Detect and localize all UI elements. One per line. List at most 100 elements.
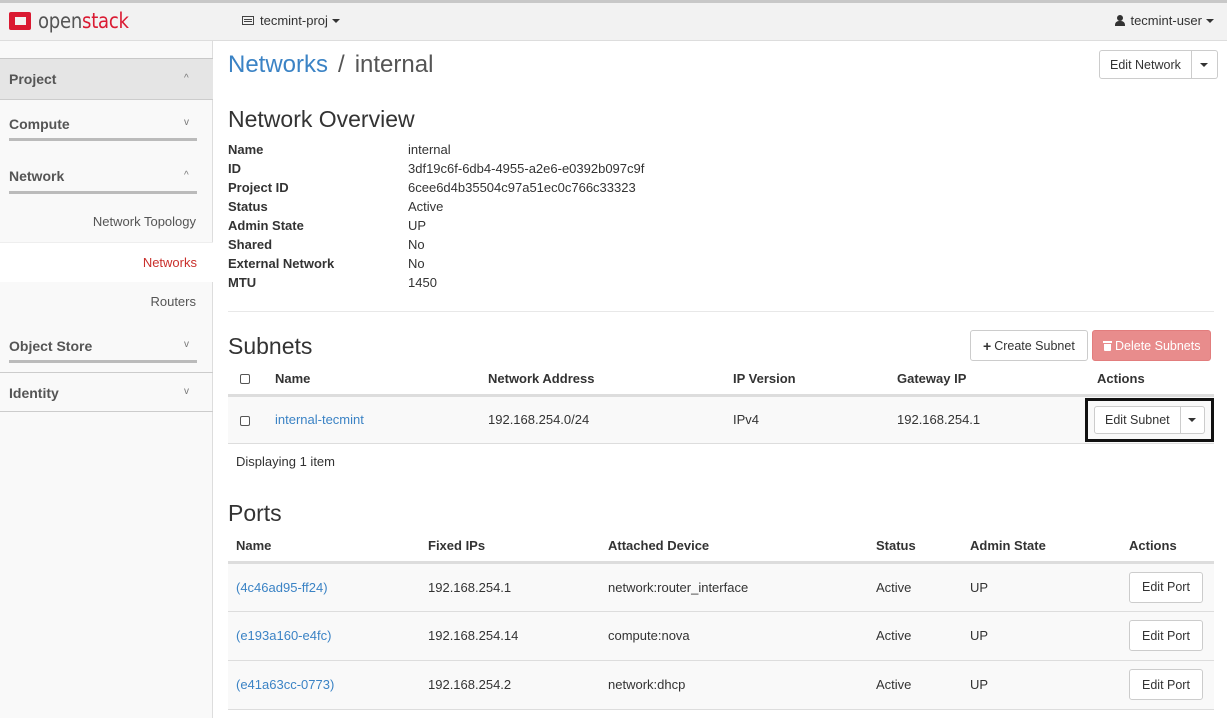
edit-network-dropdown-toggle[interactable]	[1191, 50, 1218, 79]
sidebar-section-identity[interactable]: Identity	[9, 385, 59, 401]
sidebar-section-compute[interactable]: Compute	[9, 116, 70, 132]
sidebar: Project ^ Compute v Network ^ Network To…	[0, 41, 213, 718]
project-switcher[interactable]: tecmint-proj	[242, 13, 340, 28]
actions-cell: Edit Subnet	[1085, 395, 1214, 444]
detail-value: 3df19c6f-6db4-4955-a2e6-e0392b097c9f	[408, 161, 645, 176]
port-name-link[interactable]: (e41a63cc-0773)	[236, 677, 334, 692]
plus-icon: +	[983, 337, 992, 354]
chevron-down-icon[interactable]: v	[184, 386, 189, 397]
delete-subnets-button[interactable]: Delete Subnets	[1092, 330, 1212, 361]
chevron-up-icon[interactable]: ^	[184, 170, 189, 181]
sidebar-section-object-store[interactable]: Object Store	[9, 338, 92, 354]
detail-value: 1450	[408, 275, 437, 290]
fixed-ips-cell: 192.168.254.1	[428, 562, 608, 612]
select-all-checkbox[interactable]	[240, 374, 250, 385]
column-header-network-address[interactable]: Network Address	[488, 363, 733, 397]
sidebar-item-routers[interactable]: Routers	[150, 294, 196, 309]
detail-row-admin-state: Admin State UP	[228, 218, 644, 237]
sidebar-item-label: Networks	[142, 255, 197, 270]
detail-value: 6cee6d4b35504c97a51ec0c766c33323	[408, 180, 636, 195]
user-menu[interactable]: tecmint-user	[1115, 13, 1214, 28]
port-name-link[interactable]: (e193a160-e4fc)	[236, 628, 331, 643]
ports-title: Ports	[228, 500, 282, 526]
sidebar-section-project[interactable]: Project ^	[0, 59, 213, 100]
create-subnet-label: Create Subnet	[994, 338, 1075, 353]
column-header-admin-state[interactable]: Admin State	[970, 530, 1129, 564]
detail-label: Status	[228, 199, 268, 214]
status-cell: Active	[876, 660, 970, 710]
project-switcher-label: tecmint-proj	[260, 13, 328, 28]
column-header-actions: Actions	[1097, 363, 1214, 397]
divider	[0, 411, 213, 412]
edit-subnet-button[interactable]: Edit Subnet	[1094, 405, 1181, 434]
sidebar-section-network[interactable]: Network	[9, 168, 64, 184]
breadcrumb-networks-link[interactable]: Networks	[228, 51, 328, 78]
edit-port-button[interactable]: Edit Port	[1129, 620, 1203, 651]
create-subnet-button[interactable]: + Create Subnet	[970, 330, 1088, 361]
sidebar-item-network-topology[interactable]: Network Topology	[93, 214, 196, 229]
table-row: (e193a160-e4fc) 192.168.254.14 compute:n…	[228, 611, 1214, 661]
top-navbar: openstack tecmint-proj tecmint-user	[0, 0, 1227, 41]
attached-device-cell: compute:nova	[608, 611, 876, 661]
edit-subnet-button-group: Edit Subnet	[1094, 405, 1205, 434]
actions-cell: Edit Port	[1129, 611, 1214, 661]
table-row: internal-tecmint 192.168.254.0/24 IPv4 1…	[228, 395, 1214, 444]
detail-row-external-network: External Network No	[228, 256, 644, 275]
subnet-name-link[interactable]: internal-tecmint	[275, 412, 364, 427]
breadcrumb-separator: /	[338, 51, 345, 78]
sidebar-item-networks[interactable]: Networks	[0, 242, 213, 282]
column-header-fixed-ips[interactable]: Fixed IPs	[428, 530, 608, 564]
admin-state-cell: UP	[970, 660, 1129, 710]
divider	[0, 372, 213, 373]
subnet-name-cell: internal-tecmint	[275, 395, 488, 444]
column-header-attached-device[interactable]: Attached Device	[608, 530, 876, 564]
table-header-row: Name Fixed IPs Attached Device Status Ad…	[228, 530, 1214, 564]
detail-label: ID	[228, 161, 241, 176]
detail-value: No	[408, 237, 425, 252]
caret-down-icon	[1200, 62, 1209, 67]
row-checkbox[interactable]	[240, 415, 250, 426]
detail-row-shared: Shared No	[228, 237, 644, 256]
column-header-gateway-ip[interactable]: Gateway IP	[897, 363, 1097, 397]
detail-value: Active	[408, 199, 444, 214]
admin-state-cell: UP	[970, 562, 1129, 612]
attached-device-cell: network:dhcp	[608, 660, 876, 710]
column-header-name[interactable]: Name	[275, 363, 488, 397]
detail-label: Project ID	[228, 180, 289, 195]
caret-down-icon	[1188, 417, 1197, 422]
chevron-down-icon[interactable]: v	[184, 339, 189, 350]
openstack-logo[interactable]: openstack	[9, 9, 143, 33]
detail-row-mtu: MTU 1450	[228, 275, 644, 294]
user-icon	[1115, 15, 1126, 26]
chevron-down-icon[interactable]: v	[184, 117, 189, 128]
gateway-ip-cell: 192.168.254.1	[897, 395, 1097, 444]
ports-table: Name Fixed IPs Attached Device Status Ad…	[228, 530, 1214, 710]
detail-row-name: Name internal	[228, 142, 644, 161]
edit-port-button[interactable]: Edit Port	[1129, 669, 1203, 700]
status-cell: Active	[876, 611, 970, 661]
ip-version-cell: IPv4	[733, 395, 897, 444]
edit-network-button[interactable]: Edit Network	[1099, 50, 1192, 79]
detail-value: UP	[408, 218, 427, 233]
divider	[9, 138, 197, 141]
caret-down-icon	[331, 18, 340, 23]
monitor-icon	[242, 16, 254, 25]
detail-label: Name	[228, 142, 264, 157]
network-overview-title: Network Overview	[228, 106, 415, 132]
edit-subnet-dropdown-toggle[interactable]	[1180, 405, 1205, 434]
table-item-count: Displaying 1 item	[236, 454, 335, 469]
detail-label: MTU	[228, 275, 257, 290]
user-menu-label: tecmint-user	[1130, 13, 1202, 28]
column-header-status[interactable]: Status	[876, 530, 970, 564]
fixed-ips-cell: 192.168.254.2	[428, 660, 608, 710]
column-header-ip-version[interactable]: IP Version	[733, 363, 897, 397]
actions-cell: Edit Port	[1129, 660, 1214, 710]
detail-row-id: ID 3df19c6f-6db4-4955-a2e6-e0392b097c9f	[228, 161, 644, 180]
edit-port-button[interactable]: Edit Port	[1129, 571, 1203, 603]
column-header-name[interactable]: Name	[228, 530, 428, 564]
port-name-link[interactable]: (4c46ad95-ff24)	[236, 580, 328, 595]
detail-value: No	[408, 256, 425, 271]
chevron-up-icon: ^	[184, 73, 189, 84]
detail-label: Shared	[228, 237, 273, 252]
trash-icon	[1103, 340, 1112, 351]
